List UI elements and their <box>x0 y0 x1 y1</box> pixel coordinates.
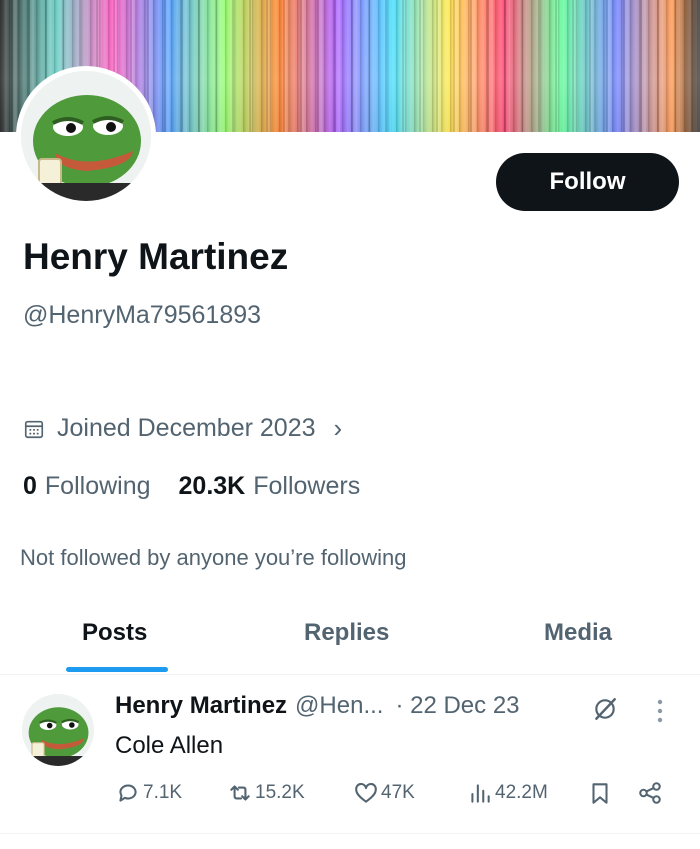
post-avatar[interactable] <box>22 694 94 766</box>
frog-avatar-image <box>21 71 151 201</box>
tab-media[interactable]: Media <box>544 619 612 647</box>
followers-count: 20.3K <box>178 472 246 500</box>
tab-posts[interactable]: Posts <box>82 619 147 647</box>
views-button[interactable]: 42.2M <box>467 780 548 806</box>
follow-button[interactable]: Follow <box>496 153 679 211</box>
views-icon <box>471 784 490 803</box>
joined-row[interactable]: Joined December 2023 › <box>23 413 342 444</box>
reply-count: 7.1K <box>143 782 183 803</box>
follow-stats: 0 Following 20.3K Followers <box>23 472 360 501</box>
share-icon <box>639 782 661 804</box>
active-tab-indicator <box>66 667 168 672</box>
post-item[interactable]: Henry Martinez @Hen... · 22 Dec 23 Cole … <box>0 676 700 834</box>
following-count: 0 <box>23 472 37 500</box>
followers-label: Followers <box>253 472 361 500</box>
post-header: Henry Martinez @Hen... · 22 Dec 23 <box>115 692 520 720</box>
post-actions: 7.1K 15.2K 47K 42.2M <box>115 780 675 810</box>
like-icon <box>355 782 377 803</box>
views-count: 42.2M <box>495 782 548 803</box>
post-author-name[interactable]: Henry Martinez <box>115 692 287 720</box>
share-button[interactable] <box>637 780 665 806</box>
reply-icon <box>119 784 137 802</box>
profile-avatar[interactable] <box>16 66 156 206</box>
repost-icon <box>230 785 250 801</box>
tab-replies[interactable]: Replies <box>304 619 389 647</box>
post-author-handle[interactable]: @Hen... <box>295 692 383 720</box>
following-link[interactable]: 0 Following <box>23 472 151 501</box>
bookmark-icon <box>592 783 608 804</box>
followers-link[interactable]: 20.3K Followers <box>179 472 361 501</box>
profile-handle: @HenryMa79561893 <box>23 301 262 329</box>
more-icon[interactable] <box>652 696 668 726</box>
joined-date: Joined December 2023 <box>57 414 316 442</box>
profile-tabs: Posts Replies Media <box>0 605 700 675</box>
like-button[interactable]: 47K <box>353 780 415 806</box>
grok-icon[interactable] <box>592 696 618 722</box>
reply-button[interactable]: 7.1K <box>115 780 182 806</box>
post-text: Cole Allen <box>115 732 224 759</box>
frog-avatar-image <box>22 694 94 766</box>
calendar-icon <box>24 420 44 438</box>
not-followed-text: Not followed by anyone you’re following <box>20 545 407 570</box>
repost-button[interactable]: 15.2K <box>227 780 305 806</box>
post-date[interactable]: · 22 Dec 23 <box>395 692 519 720</box>
chevron-right-icon: › <box>333 413 343 443</box>
repost-count: 15.2K <box>255 782 305 803</box>
following-label: Following <box>44 472 151 500</box>
profile-name: Henry Martinez <box>23 236 289 277</box>
bookmark-button[interactable] <box>587 780 615 806</box>
like-count: 47K <box>381 782 415 803</box>
